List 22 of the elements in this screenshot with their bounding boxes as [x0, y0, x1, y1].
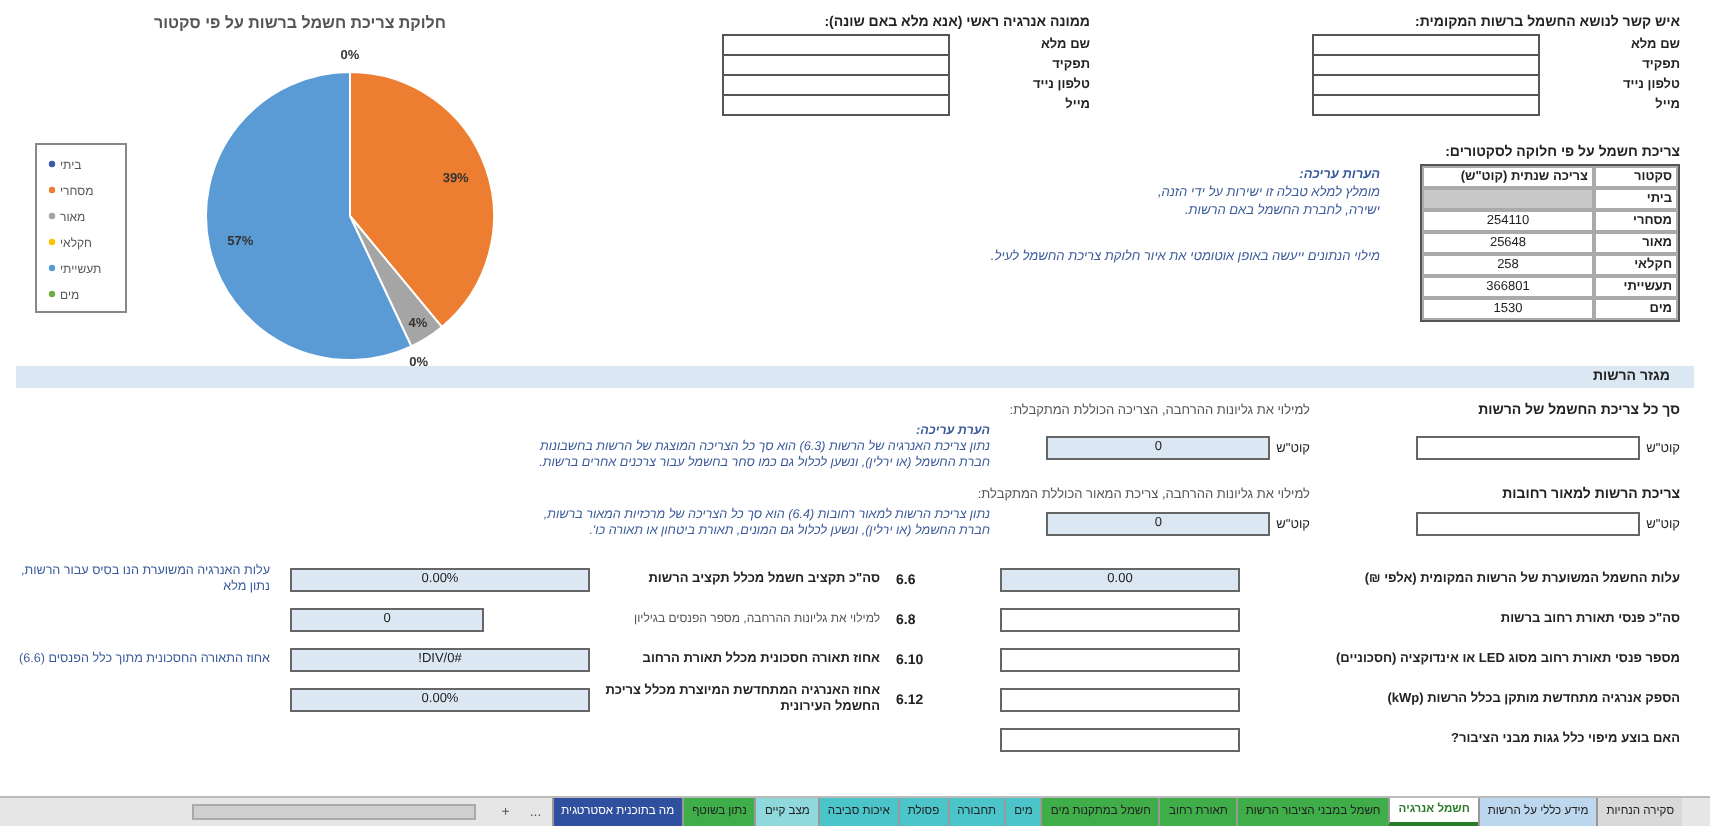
input-field[interactable] [1312, 33, 1540, 55]
input-field[interactable] [1000, 728, 1240, 752]
input-field[interactable] [1000, 608, 1240, 632]
input-field[interactable] [1312, 53, 1540, 75]
input-field[interactable] [1312, 93, 1540, 115]
legend-marker [48, 186, 56, 194]
input-field[interactable] [1000, 688, 1240, 712]
legend-marker [48, 160, 56, 168]
input-field[interactable] [722, 73, 950, 95]
horizontal-scrollbar[interactable] [191, 804, 476, 820]
input-field[interactable] [1416, 436, 1641, 460]
input-field[interactable] [1416, 512, 1641, 536]
input-field[interactable] [1312, 73, 1540, 95]
legend-marker [48, 264, 56, 272]
input-field[interactable] [1000, 648, 1240, 672]
legend-marker [48, 290, 56, 298]
input-field[interactable] [722, 33, 950, 55]
input-field[interactable] [722, 93, 950, 115]
chart-title: חלוקת צריכת חשמל ברשות על פי סקטור [154, 14, 446, 32]
legend-marker [48, 238, 56, 246]
input-field[interactable] [722, 53, 950, 75]
legend-marker [48, 212, 56, 220]
